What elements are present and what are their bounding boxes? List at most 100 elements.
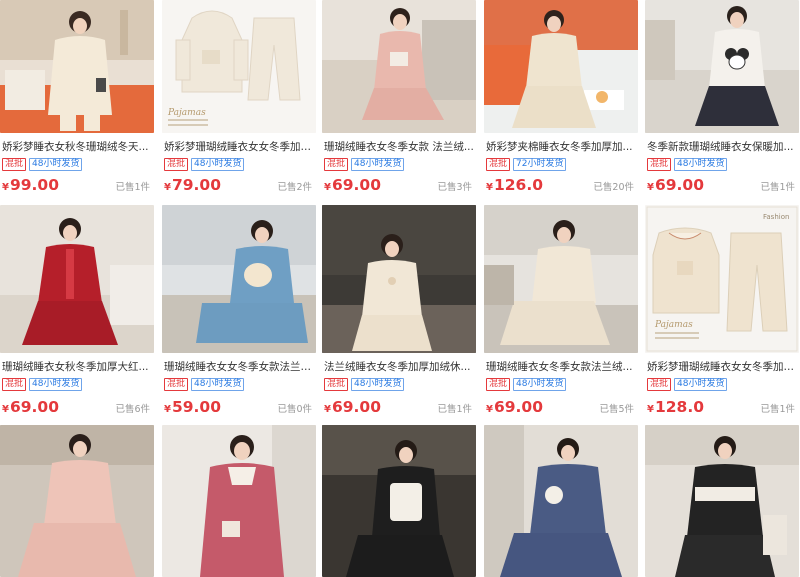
product-image[interactable]: Pajamas <box>162 0 316 133</box>
product-title[interactable]: 冬季新款珊瑚绒睡衣女保暖加... <box>647 140 797 154</box>
product-title[interactable]: 娇彩梦夹棉睡衣女冬季加厚加... <box>486 140 636 154</box>
red-fleece-pajama-photo-icon <box>0 205 154 353</box>
product-price: ¥69.00 <box>324 398 381 416</box>
product-card[interactable] <box>322 425 476 577</box>
product-title[interactable]: 娇彩梦珊瑚绒睡衣女女冬季加厚... <box>164 140 314 154</box>
shipping-tag: 72小时发货 <box>513 158 567 171</box>
product-card[interactable] <box>0 425 154 577</box>
product-title[interactable]: 珊瑚绒睡衣女秋冬季加厚大红... <box>2 360 152 374</box>
product-image[interactable] <box>645 425 799 577</box>
product-tags: 混批 48小时发货 <box>2 158 83 171</box>
product-price: ¥126.0 <box>486 176 543 194</box>
product-image[interactable] <box>322 0 476 133</box>
product-price: ¥79.00 <box>164 176 221 194</box>
product-title[interactable]: 法兰绒睡衣女冬季加厚加绒休... <box>324 360 474 374</box>
mixed-batch-tag: 混批 <box>164 378 189 391</box>
product-card[interactable]: 珊瑚绒睡衣女冬季女款 法兰绒... 混批 48小时发货 ¥69.00 已售3件 <box>322 0 476 198</box>
cream-ruffle-pajama-photo-icon <box>322 205 476 353</box>
product-price: ¥69.00 <box>324 176 381 194</box>
product-title[interactable]: 娇彩梦睡衣女秋冬珊瑚绒冬天... <box>2 140 152 154</box>
product-title[interactable]: 娇彩梦珊瑚绒睡衣女女冬季加厚... <box>647 360 797 374</box>
svg-text:Pajamas: Pajamas <box>167 108 206 118</box>
product-image[interactable] <box>484 205 638 353</box>
mixed-batch-tag: 混批 <box>324 158 349 171</box>
product-image[interactable] <box>322 205 476 353</box>
product-image[interactable] <box>162 425 316 577</box>
black-bear-print-pajama-photo-icon <box>322 425 476 577</box>
product-card[interactable]: 法兰绒睡衣女冬季加厚加绒休... 混批 48小时发货 ¥69.00 已售1件 <box>322 205 476 417</box>
mixed-batch-tag: 混批 <box>2 378 27 391</box>
product-price: ¥59.00 <box>164 398 221 416</box>
product-title[interactable]: 珊瑚绒睡衣女女冬季女款法兰绒... <box>164 360 314 374</box>
product-card[interactable]: Fashion Pajamas 娇彩梦珊瑚绒睡衣女女冬季加厚... 混批 48小… <box>645 205 799 417</box>
mixed-batch-tag: 混批 <box>486 158 511 171</box>
product-card[interactable]: Pajamas 娇彩梦珊瑚绒睡衣女女冬季加厚... 混批 48小时发货 ¥79.… <box>162 0 316 198</box>
product-image[interactable] <box>0 0 154 133</box>
product-image[interactable] <box>645 0 799 133</box>
product-card[interactable] <box>484 425 638 577</box>
sold-count: 已售1件 <box>760 182 795 193</box>
blue-dog-print-pajama-photo-icon <box>162 205 316 353</box>
product-card[interactable]: 娇彩梦睡衣女秋冬珊瑚绒冬天... 混批 48小时发货 ¥99.00 已售1件 <box>0 0 154 198</box>
product-tags: 混批 48小时发货 <box>2 378 83 391</box>
product-card[interactable]: 娇彩梦夹棉睡衣女冬季加厚加... 混批 72小时发货 ¥126.0 已售20件 <box>484 0 638 198</box>
rose-pajama-with-cardigan-photo-icon <box>162 425 316 577</box>
product-price: ¥69.00 <box>2 398 59 416</box>
sold-count: 已售1件 <box>760 404 795 415</box>
flat-lay-pajama-set-photo-icon: Pajamas <box>162 0 316 133</box>
sold-count: 已售2件 <box>277 182 312 193</box>
pink-quilted-pajama-photo-icon <box>0 425 154 577</box>
product-price: ¥128.0 <box>647 398 704 416</box>
product-image[interactable]: Fashion Pajamas <box>645 205 799 353</box>
product-card[interactable]: 珊瑚绒睡衣女女冬季女款法兰绒... 混批 48小时发货 ¥59.00 已售0件 <box>162 205 316 417</box>
mixed-batch-tag: 混批 <box>324 378 349 391</box>
sold-count: 已售0件 <box>277 404 312 415</box>
product-image[interactable] <box>484 0 638 133</box>
beige-fleece-pajama-photo-icon <box>0 0 154 133</box>
panda-print-pajama-photo-icon <box>645 0 799 133</box>
quilted-cream-pajama-photo-icon <box>484 205 638 353</box>
mixed-batch-tag: 混批 <box>486 378 511 391</box>
product-price: ¥69.00 <box>486 398 543 416</box>
product-card[interactable]: 珊瑚绒睡衣女冬季女款法兰绒... 混批 48小时发货 ¥69.00 已售5件 <box>484 205 638 417</box>
product-card[interactable] <box>162 425 316 577</box>
sold-count: 已售20件 <box>593 182 634 193</box>
product-grid: 娇彩梦睡衣女秋冬珊瑚绒冬天... 混批 48小时发货 ¥99.00 已售1件 P… <box>0 0 800 577</box>
mixed-batch-tag: 混批 <box>647 158 672 171</box>
product-tags: 混批 72小时发货 <box>486 158 567 171</box>
product-tags: 混批 48小时发货 <box>486 378 567 391</box>
shipping-tag: 48小时发货 <box>513 378 567 391</box>
shipping-tag: 48小时发货 <box>351 378 405 391</box>
product-image[interactable] <box>162 205 316 353</box>
shipping-tag: 48小时发货 <box>191 158 245 171</box>
sold-count: 已售5件 <box>599 404 634 415</box>
shipping-tag: 48小时发货 <box>674 158 728 171</box>
product-image[interactable] <box>322 425 476 577</box>
product-tags: 混批 48小时发货 <box>164 158 245 171</box>
shipping-tag: 48小时发货 <box>674 378 728 391</box>
product-tags: 混批 48小时发货 <box>324 378 405 391</box>
product-image[interactable] <box>0 425 154 577</box>
mixed-batch-tag: 混批 <box>164 158 189 171</box>
pink-pajama-photo-icon <box>322 0 476 133</box>
sold-count: 已售1件 <box>437 404 472 415</box>
product-card[interactable]: 冬季新款珊瑚绒睡衣女保暖加... 混批 48小时发货 ¥69.00 已售1件 <box>645 0 799 198</box>
product-title[interactable]: 珊瑚绒睡衣女冬季女款法兰绒... <box>486 360 636 374</box>
shipping-tag: 48小时发货 <box>29 378 83 391</box>
product-tags: 混批 48小时发货 <box>164 378 245 391</box>
sold-count: 已售1件 <box>115 182 150 193</box>
product-card[interactable] <box>645 425 799 577</box>
product-tags: 混批 48小时发货 <box>647 158 728 171</box>
mixed-batch-tag: 混批 <box>647 378 672 391</box>
product-card[interactable]: 珊瑚绒睡衣女秋冬季加厚大红... 混批 48小时发货 ¥69.00 已售6件 <box>0 205 154 417</box>
mixed-batch-tag: 混批 <box>2 158 27 171</box>
shipping-tag: 48小时发货 <box>29 158 83 171</box>
product-price: ¥69.00 <box>647 176 704 194</box>
svg-text:Pajamas: Pajamas <box>654 320 693 330</box>
product-title[interactable]: 珊瑚绒睡衣女冬季女款 法兰绒... <box>324 140 474 154</box>
shipping-tag: 48小时发货 <box>351 158 405 171</box>
product-image[interactable] <box>0 205 154 353</box>
svg-text:Fashion: Fashion <box>763 213 789 221</box>
sold-count: 已售6件 <box>115 404 150 415</box>
product-image[interactable] <box>484 425 638 577</box>
